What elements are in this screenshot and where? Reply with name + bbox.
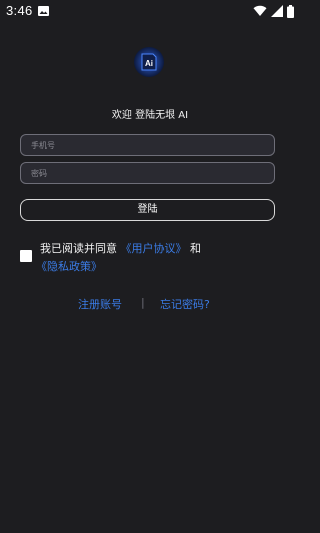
status-time: 3:46 [6,3,33,18]
welcome-title: 欢迎 登陆无垠 AI [111,110,189,121]
status-bar: 3:46 [0,0,300,22]
wifi-icon [253,5,267,17]
user-agreement-link[interactable]: 《用户协议》 [121,242,187,255]
logo-text: Ai [145,59,153,68]
agreement-text: 我已阅读并同意 《用户协议》 和 [40,240,201,256]
phone-input[interactable] [20,134,275,156]
agree-checkbox[interactable] [20,250,32,262]
privacy-policy-link[interactable]: 《隐私政策》 [36,260,102,273]
status-icons [253,4,294,18]
battery-icon [287,4,294,18]
bottom-links: 注册账号 | 忘记密码? [0,296,300,312]
agreement-prefix: 我已阅读并同意 [40,242,117,255]
login-button[interactable]: 登陆 [20,199,275,221]
link-divider: | [141,296,145,309]
forgot-password-link[interactable]: 忘记密码? [160,296,210,312]
signal-icon [271,5,283,17]
login-screen: 3:46 Ai 欢迎 登陆无垠 AI 手机号 登陆 我已阅读并同意 《用户协议》… [0,0,300,533]
password-input[interactable] [20,162,275,184]
register-link[interactable]: 注册账号 [78,296,122,312]
ai-logo-icon: Ai [134,47,164,77]
agreement-conjunction: 和 [190,242,201,255]
photo-icon [38,6,49,16]
agreement-text-line2: 《隐私政策》 [36,258,102,274]
